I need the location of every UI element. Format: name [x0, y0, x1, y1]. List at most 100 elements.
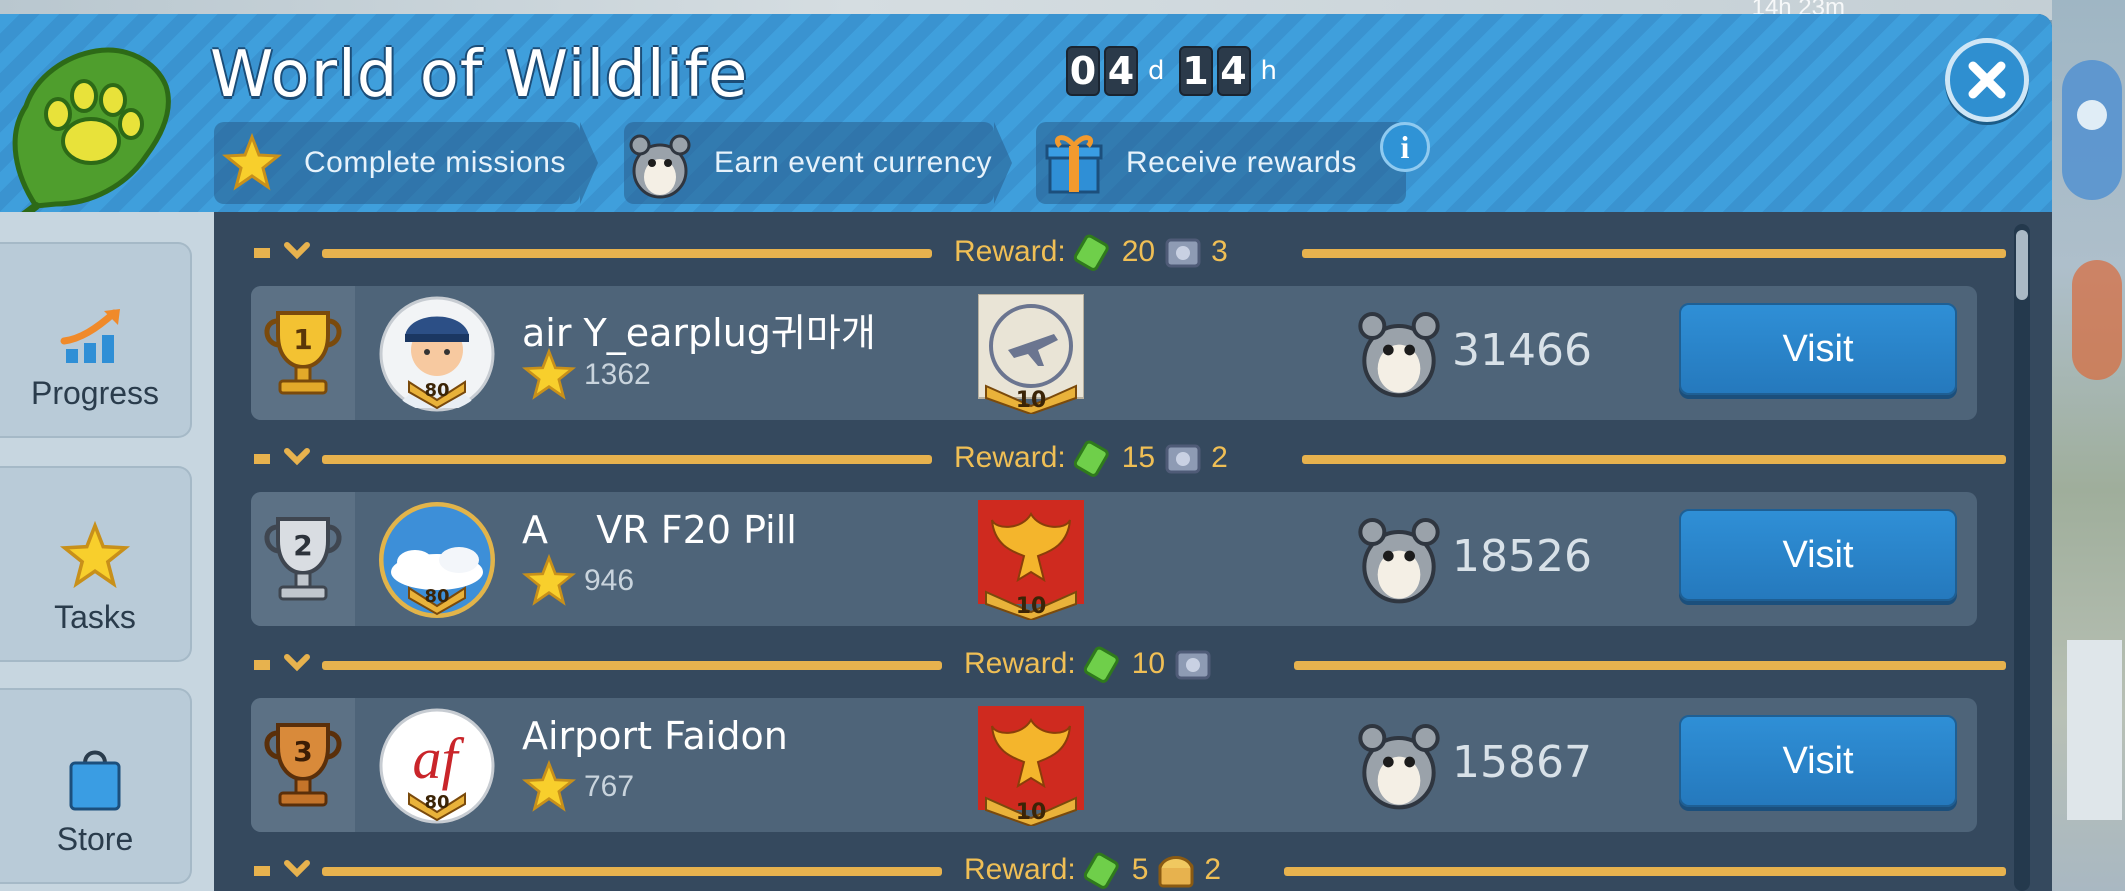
reward-label: Reward:	[964, 647, 1076, 680]
reward-second-amount: 3	[1211, 235, 1228, 268]
player-name[interactable]: A VR F20 Pill	[522, 508, 797, 552]
reward-info: Reward: 15 2	[944, 438, 1238, 478]
reward-label: Reward:	[954, 441, 1066, 474]
rank-number: 1	[293, 323, 312, 356]
sidebar: Progress Tasks Store	[0, 212, 214, 891]
trophy-case-icon	[1175, 650, 1211, 680]
rank-cell: 3	[251, 698, 355, 832]
visit-button[interactable]: Visit	[1679, 303, 1957, 395]
player-name[interactable]: Airport Faidon	[522, 714, 788, 758]
player-star-count: 767	[584, 770, 635, 803]
cash-icon	[1083, 646, 1119, 683]
emblem-level: 10	[1016, 594, 1047, 619]
cash-icon	[1073, 440, 1109, 477]
visit-button[interactable]: Visit	[1679, 715, 1957, 807]
chevron-down-icon[interactable]	[282, 236, 312, 266]
sidebar-item-label: Store	[56, 821, 134, 857]
phoenix-emblem: 10	[978, 706, 1084, 826]
visit-button[interactable]: Visit	[1679, 509, 1957, 601]
info-button[interactable]: i	[1380, 122, 1430, 172]
countdown-digit: 0	[1066, 46, 1100, 96]
reward-cash-amount: 20	[1121, 235, 1156, 268]
sidebar-item-progress[interactable]: Progress	[0, 242, 192, 438]
reward-cash-amount: 5	[1131, 853, 1149, 886]
gift-icon	[1045, 135, 1103, 194]
star-icon	[522, 760, 576, 812]
star-icon	[522, 554, 576, 606]
chevron-down-icon[interactable]	[282, 648, 312, 678]
countdown-digit: 4	[1216, 46, 1251, 96]
reward-label: Reward:	[954, 235, 1066, 268]
countdown-digit: 4	[1104, 46, 1138, 96]
step-receive-rewards: Receive rewards	[1036, 122, 1406, 204]
countdown-digit: 1	[1178, 46, 1213, 96]
hamster-icon	[1358, 518, 1440, 604]
scrollbar-thumb[interactable]	[2016, 230, 2028, 300]
player-level: 80	[424, 792, 449, 813]
cash-icon	[1073, 234, 1109, 271]
chevron-down-icon[interactable]	[282, 442, 312, 472]
step-label: Receive rewards	[1126, 146, 1357, 179]
reward-tier-divider: Reward: 10	[254, 644, 2006, 684]
af-logo-avatar-icon: af 80	[379, 708, 495, 824]
event-countdown: 0 4 d 1 4 h	[1066, 46, 1287, 96]
sidebar-item-tasks[interactable]: Tasks	[0, 466, 192, 662]
emblem-level: 10	[1016, 388, 1047, 413]
gold-trophy-icon: 1	[264, 311, 342, 395]
rank-number: 2	[293, 529, 312, 562]
reward-label: Reward:	[964, 853, 1076, 886]
currency-amount: 31466	[1452, 324, 1592, 376]
hamster-icon	[1358, 312, 1440, 398]
page-title: World of Wildlife	[210, 38, 749, 112]
reward-info: Reward: 5 2	[954, 850, 1231, 890]
event-header: World of Wildlife 0 4 d 1 4 h Complete m…	[0, 14, 2052, 216]
pilot-avatar-icon: 80	[379, 296, 495, 412]
sidebar-item-store[interactable]: Store	[0, 688, 192, 884]
game-world-background-right	[2052, 0, 2125, 891]
rank-cell: 2	[251, 492, 355, 626]
player-star-count: 946	[584, 564, 635, 597]
reward-second-amount: 2	[1211, 441, 1228, 474]
close-icon	[1968, 61, 2006, 99]
chevron-down-icon[interactable]	[282, 854, 312, 884]
reward-tier-divider: Reward: 20 3	[254, 232, 2006, 272]
trophy-case-icon	[1165, 444, 1201, 474]
paw-leaf-icon	[12, 47, 171, 216]
star-icon	[222, 133, 282, 191]
silver-trophy-icon: 2	[264, 517, 342, 601]
sky-avatar-icon: 80	[379, 502, 495, 618]
leaderboard-row: 3 af 80 Airport Faidon 767 10 15867 Visi…	[251, 698, 1977, 832]
emblem-level: 10	[1016, 800, 1047, 825]
event-currency-score: 15867	[1356, 714, 1592, 810]
bronze-trophy-icon: 3	[264, 723, 342, 807]
countdown-days-unit: d	[1148, 56, 1165, 86]
player-avatar[interactable]: 80	[379, 296, 495, 412]
player-star-count: 1362	[584, 358, 651, 391]
player-avatar[interactable]: af 80	[379, 708, 495, 824]
event-currency-score: 31466	[1356, 302, 1592, 398]
reward-info: Reward: 10	[954, 644, 1223, 684]
cash-icon	[1083, 852, 1119, 889]
reward-info: Reward: 20 3	[944, 232, 1238, 272]
step-complete-missions: Complete missions	[214, 122, 598, 204]
leaderboard-list[interactable]: Reward: 20 3 Reward: 15 2 Reward: 10 Rew…	[214, 212, 2052, 891]
reward-tier-divider: Reward: 15 2	[254, 438, 2006, 478]
close-button[interactable]	[1945, 38, 2029, 122]
phoenix-emblem: 10	[978, 500, 1084, 620]
treasure-chest-icon	[1158, 856, 1194, 888]
star-icon	[522, 348, 576, 400]
step-label: Complete missions	[304, 146, 566, 179]
trophy-case-icon	[1165, 238, 1201, 268]
sidebar-item-label: Progress	[30, 375, 160, 411]
rank-cell: 1	[251, 286, 355, 420]
hamster-icon	[1358, 724, 1440, 810]
scrollbar[interactable]	[2014, 224, 2030, 891]
reward-cash-amount: 10	[1131, 647, 1166, 680]
player-stars: 1362	[522, 348, 651, 402]
player-avatar[interactable]: 80	[379, 502, 495, 618]
hamster-icon	[629, 134, 691, 199]
reward-tier-divider: Reward: 5 2	[254, 850, 2006, 890]
player-level: 80	[424, 586, 449, 607]
shopping-bag-icon	[69, 750, 121, 811]
reward-second-amount: 2	[1204, 853, 1222, 886]
